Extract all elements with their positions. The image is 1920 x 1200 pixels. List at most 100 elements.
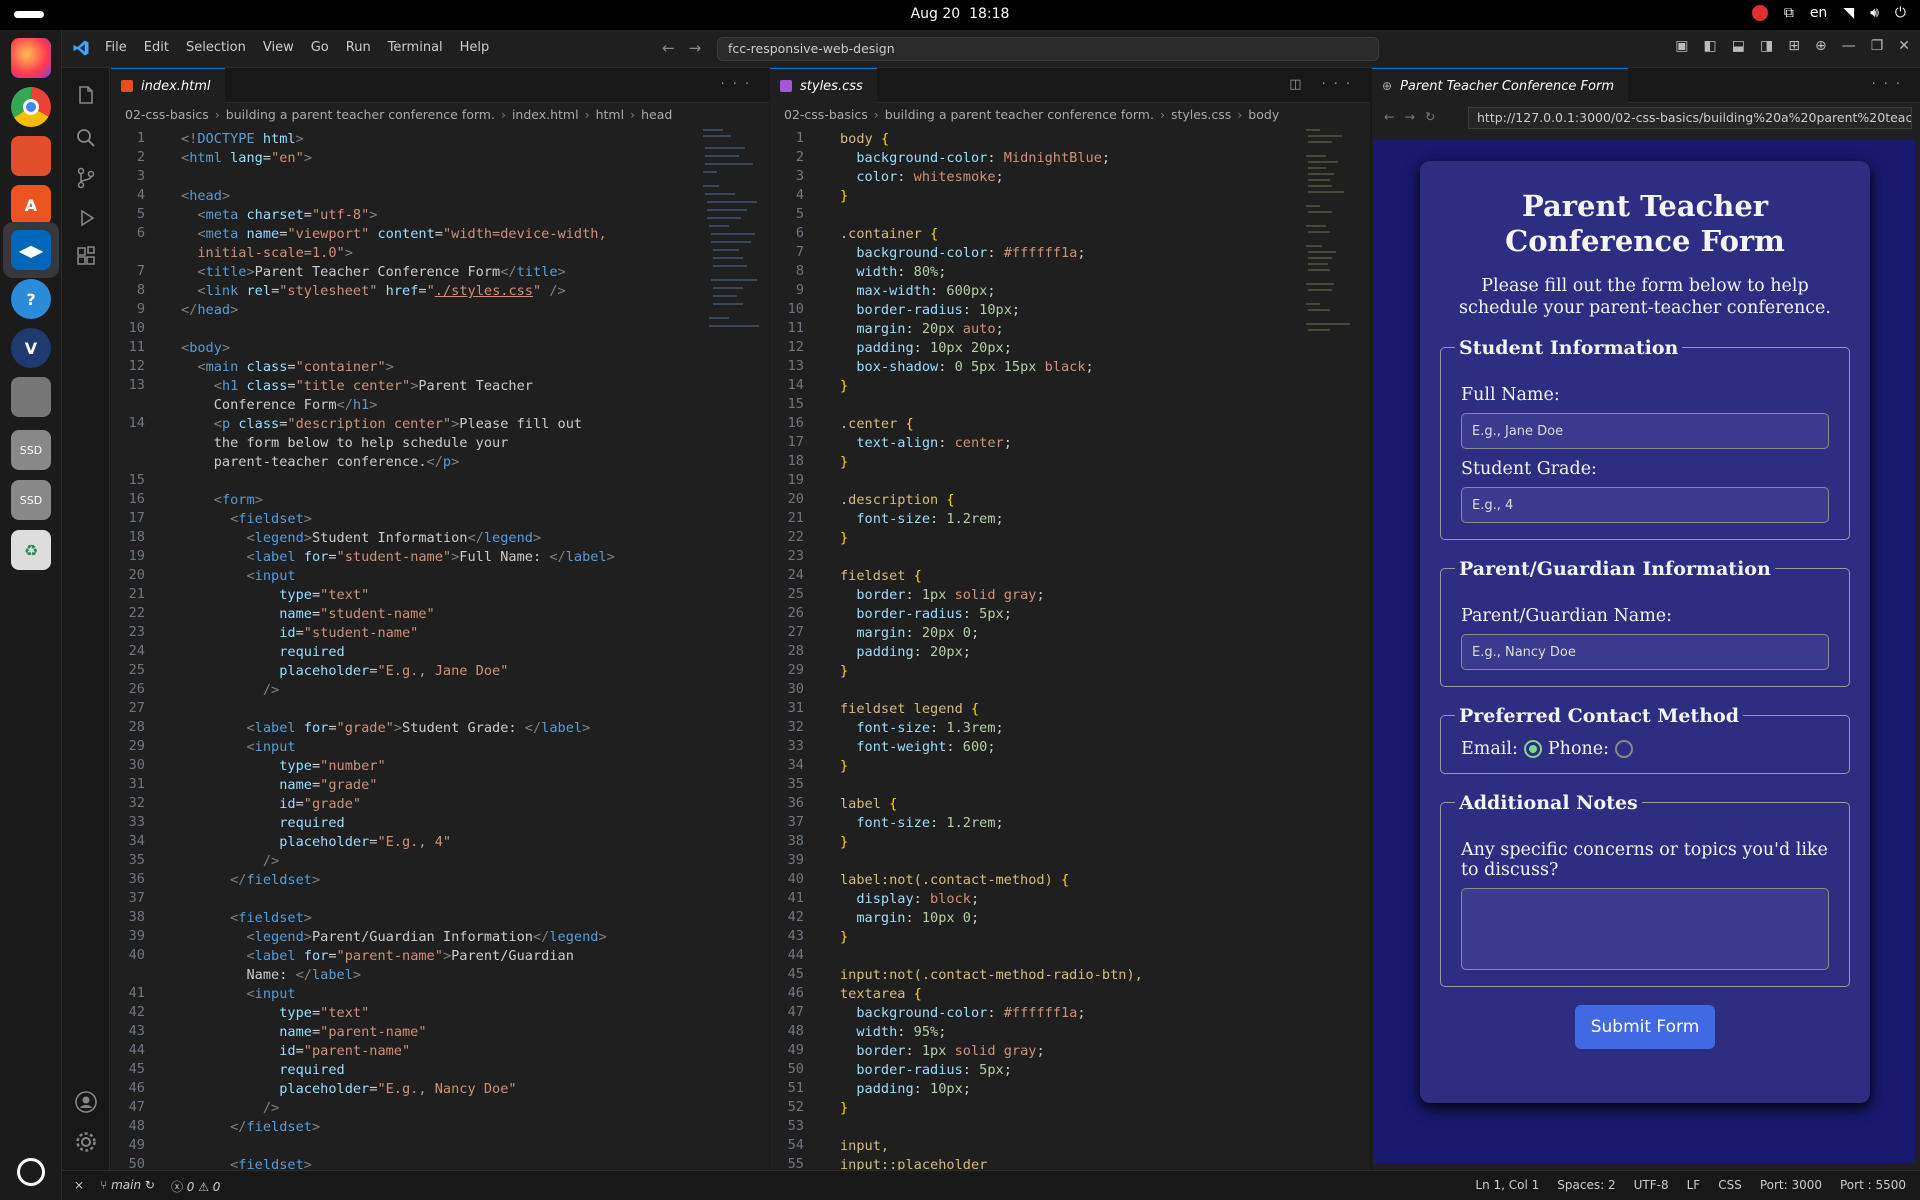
- code-line[interactable]: font-weight: 600;: [840, 738, 995, 757]
- customize-layout-icon[interactable]: ⊞: [1788, 38, 1800, 54]
- forward-arrow-icon[interactable]: →: [689, 39, 716, 57]
- code-line[interactable]: <main class="container">: [181, 358, 393, 377]
- text-editor-icon[interactable]: [11, 377, 51, 417]
- settings-gear-icon[interactable]: [74, 1130, 98, 1154]
- code-line[interactable]: required: [181, 814, 344, 833]
- minimap[interactable]: [1304, 126, 1370, 336]
- search-icon[interactable]: [74, 126, 98, 150]
- breadcrumb-item[interactable]: body: [1248, 107, 1279, 122]
- code-line[interactable]: initial-scale=1.0">: [181, 244, 353, 263]
- phone-radio[interactable]: [1615, 740, 1634, 759]
- code-line[interactable]: background-color: #ffffff1a;: [840, 244, 1085, 263]
- code-line[interactable]: <form>: [181, 491, 263, 510]
- breadcrumb-item[interactable]: index.html: [512, 107, 579, 122]
- url-input[interactable]: http://127.0.0.1:3000/02-css-basics/buil…: [1468, 107, 1912, 129]
- code-line[interactable]: <label for="parent-name">Parent/Guardian: [181, 947, 573, 966]
- code-line[interactable]: <fieldset>: [181, 1156, 312, 1170]
- code-line[interactable]: <p class="description center">Please fil…: [181, 415, 582, 434]
- code-line[interactable]: text-align: center;: [840, 434, 1012, 453]
- code-line[interactable]: <head>: [181, 187, 230, 206]
- run-debug-icon[interactable]: [74, 206, 98, 230]
- code-line[interactable]: />: [181, 1099, 279, 1118]
- code-line[interactable]: background-color: MidnightBlue;: [840, 149, 1110, 168]
- email-radio[interactable]: [1523, 740, 1542, 759]
- code-line[interactable]: name="grade": [181, 776, 377, 795]
- code-line[interactable]: border: 1px solid gray;: [840, 586, 1044, 605]
- code-line[interactable]: }: [840, 757, 848, 776]
- code-line[interactable]: </head>: [181, 301, 238, 320]
- code-line[interactable]: <meta charset="utf-8">: [181, 206, 377, 225]
- breadcrumb-item[interactable]: building a parent teacher conference for…: [226, 107, 495, 122]
- breadcrumb-item[interactable]: head: [641, 107, 672, 122]
- explorer-icon[interactable]: [74, 84, 98, 108]
- editor-actions-more-icon[interactable]: ···: [721, 77, 757, 92]
- parent-name-input[interactable]: E.g., Nancy Doe: [1461, 633, 1829, 670]
- tab-browser-preview[interactable]: ⊕ Parent Teacher Conference Form: [1372, 68, 1628, 103]
- screen-share-icon[interactable]: ⧉: [1784, 5, 1794, 21]
- code-line[interactable]: placeholder="E.g., Jane Doe": [181, 662, 508, 681]
- code-line[interactable]: />: [181, 852, 279, 871]
- code-line[interactable]: box-shadow: 0 5px 15px black;: [840, 358, 1093, 377]
- command-center[interactable]: fcc-responsive-web-design: [717, 37, 1379, 61]
- code-line[interactable]: margin: 10px 0;: [840, 909, 979, 928]
- help-icon[interactable]: ?: [11, 279, 51, 319]
- menu-terminal[interactable]: Terminal: [388, 40, 443, 55]
- code-line[interactable]: }: [840, 1099, 848, 1118]
- menu-run[interactable]: Run: [346, 40, 371, 55]
- code-line[interactable]: border-radius: 5px;: [840, 605, 1012, 624]
- code-line[interactable]: id="grade": [181, 795, 361, 814]
- code-line[interactable]: Name: </label>: [181, 966, 361, 985]
- code-line[interactable]: }: [840, 529, 848, 548]
- breadcrumb-item[interactable]: styles.css: [1171, 107, 1231, 122]
- globe-icon[interactable]: ⊕: [1815, 38, 1827, 54]
- code-line[interactable]: font-size: 1.2rem;: [840, 510, 1003, 529]
- wifi-icon[interactable]: ◥: [1843, 5, 1854, 21]
- code-line[interactable]: the form below to help schedule your: [181, 434, 509, 453]
- forward-arrow-icon[interactable]: →: [1404, 109, 1424, 124]
- code-line[interactable]: required: [181, 1061, 344, 1080]
- code-line[interactable]: label {: [840, 795, 897, 814]
- editor-actions-more-icon[interactable]: ···: [1872, 77, 1908, 92]
- code-line[interactable]: <input: [181, 567, 295, 586]
- vivaldi-tray-icon[interactable]: [1751, 5, 1768, 21]
- code-line[interactable]: id="student-name": [181, 624, 418, 643]
- trash-icon[interactable]: ♻: [11, 530, 51, 570]
- code-line[interactable]: type="text": [181, 1004, 369, 1023]
- code-line[interactable]: font-size: 1.3rem;: [840, 719, 1003, 738]
- code-line[interactable]: .center {: [840, 415, 914, 434]
- account-icon[interactable]: [74, 1090, 98, 1114]
- code-line[interactable]: Conference Form</h1>: [181, 396, 378, 415]
- ssd-drive-icon[interactable]: SSD: [11, 430, 51, 470]
- code-line[interactable]: border-radius: 5px;: [840, 1061, 1012, 1080]
- code-line[interactable]: name="student-name": [181, 605, 435, 624]
- code-line[interactable]: width: 80%;: [840, 263, 946, 282]
- code-line[interactable]: fieldset legend {: [840, 700, 979, 719]
- source-control-icon[interactable]: [74, 166, 98, 190]
- encoding[interactable]: UTF-8: [1634, 1178, 1669, 1192]
- minimize-icon[interactable]: —: [1842, 38, 1856, 54]
- code-line[interactable]: padding: 10px 20px;: [840, 339, 1012, 358]
- code-line[interactable]: }: [840, 377, 848, 396]
- indentation[interactable]: Spaces: 2: [1557, 1178, 1615, 1192]
- code-line[interactable]: <title>Parent Teacher Conference Form</t…: [181, 263, 565, 282]
- code-line[interactable]: required: [181, 643, 344, 662]
- code-line[interactable]: input:not(.contact-method-radio-btn),: [840, 966, 1143, 985]
- firefox-icon[interactable]: [11, 38, 51, 78]
- code-line[interactable]: placeholder="E.g., 4": [181, 833, 451, 852]
- code-line[interactable]: padding: 20px;: [840, 643, 971, 662]
- notes-textarea[interactable]: [1461, 887, 1829, 970]
- code-line[interactable]: input::placeholder: [840, 1156, 987, 1170]
- history-nav[interactable]: ←→: [662, 39, 715, 57]
- code-line[interactable]: margin: 20px auto;: [840, 320, 1003, 339]
- code-line[interactable]: <fieldset>: [181, 909, 312, 928]
- code-line[interactable]: label:not(.contact-method) {: [840, 871, 1069, 890]
- menu-selection[interactable]: Selection: [186, 40, 246, 55]
- code-line[interactable]: margin: 20px 0;: [840, 624, 979, 643]
- menu-file[interactable]: File: [105, 40, 127, 55]
- menu-view[interactable]: View: [263, 40, 294, 55]
- minimap[interactable]: [701, 126, 769, 336]
- code-line[interactable]: parent-teacher conference.</p>: [181, 453, 460, 472]
- code-line[interactable]: border: 1px solid gray;: [840, 1042, 1044, 1061]
- breadcrumb[interactable]: 02-css-basics › building a parent teacher …: [770, 104, 1370, 126]
- code-line[interactable]: <label for="grade">Student Grade: </labe…: [181, 719, 590, 738]
